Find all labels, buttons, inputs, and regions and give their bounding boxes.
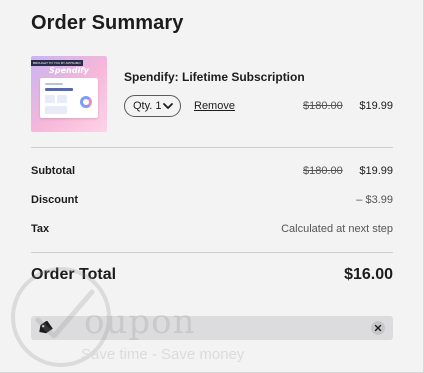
thumbnail-screen	[40, 78, 98, 118]
subtotal-label: Subtotal	[31, 165, 75, 177]
subtotal-original: $180.00	[303, 165, 343, 177]
discount-label: Discount	[31, 194, 79, 206]
product-price: $19.99	[359, 100, 393, 112]
watermark-tagline: Save time - Save money	[81, 346, 245, 363]
subtotal-value: $19.99	[359, 165, 393, 177]
product-name: Spendify: Lifetime Subscription	[124, 70, 305, 84]
page-title: Order Summary	[31, 12, 184, 34]
close-icon[interactable]	[371, 321, 385, 335]
divider	[31, 147, 393, 148]
order-total-label: Order Total	[31, 266, 117, 283]
applied-coupon-bar	[31, 316, 393, 340]
tag-icon	[37, 320, 53, 340]
divider	[31, 252, 393, 253]
product-row: BROUGHT TO YOU BY APPSUMO Spendify Spend…	[31, 56, 393, 132]
product-thumbnail: BROUGHT TO YOU BY APPSUMO Spendify	[31, 56, 107, 132]
order-summary-panel: Order Summary BROUGHT TO YOU BY APPSUMO …	[0, 0, 424, 373]
order-total-row: Order Total $16.00	[31, 266, 393, 290]
subtotal-row: Subtotal $180.00 $19.99	[31, 165, 393, 181]
remove-link[interactable]: Remove	[194, 100, 235, 112]
tax-label: Tax	[31, 223, 50, 235]
tax-row: Tax Calculated at next step	[31, 223, 393, 239]
quantity-label: Qty. 1	[133, 100, 162, 112]
order-total-value: $16.00	[344, 266, 393, 283]
discount-value: – $3.99	[356, 194, 393, 206]
quantity-select[interactable]: Qty. 1	[124, 95, 181, 117]
product-original-price: $180.00	[303, 100, 343, 112]
discount-row: Discount – $3.99	[31, 194, 393, 210]
tax-value: Calculated at next step	[281, 223, 393, 235]
chevron-down-icon	[162, 99, 174, 119]
thumbnail-brand: Spendify	[49, 66, 89, 75]
